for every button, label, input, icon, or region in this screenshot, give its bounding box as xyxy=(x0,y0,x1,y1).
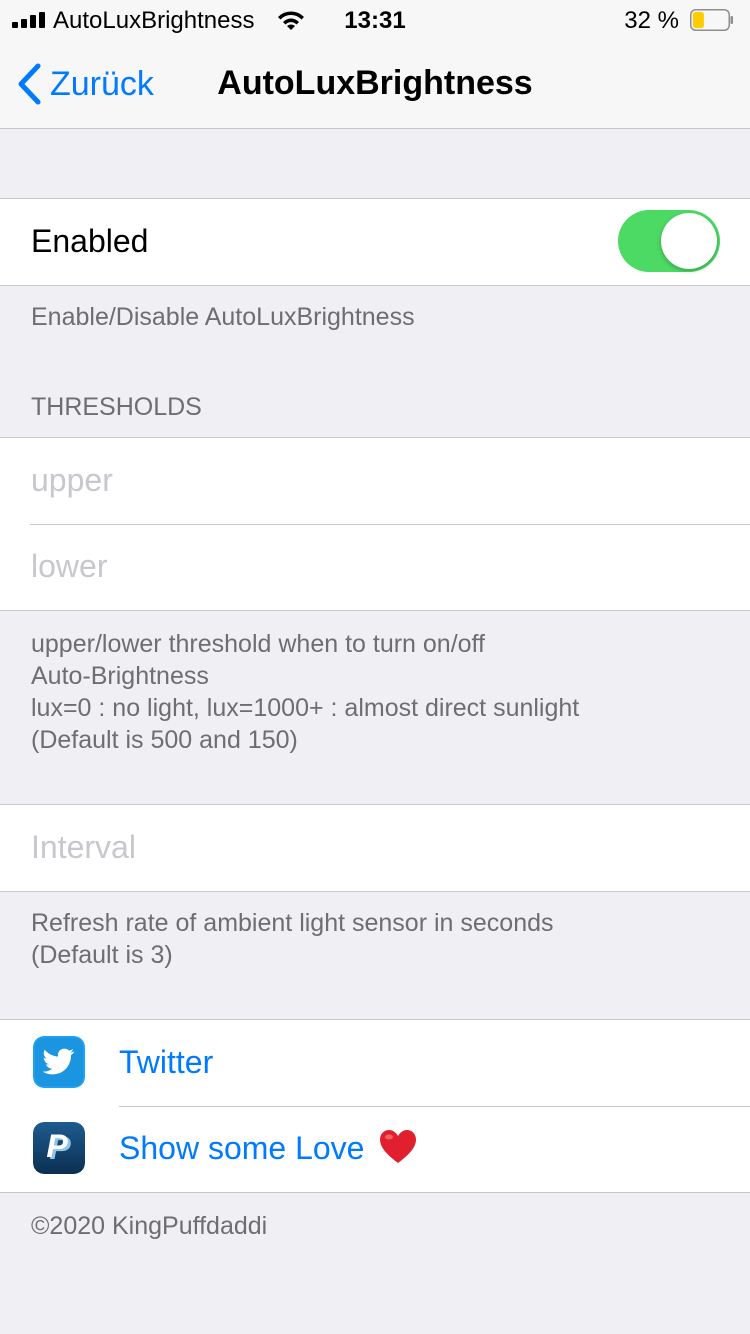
upper-field[interactable]: upper xyxy=(0,438,750,524)
interval-group: Interval xyxy=(0,804,750,892)
thresholds-footer-line: lux=0 : no light, lux=1000+ : almost dir… xyxy=(31,694,580,722)
interval-placeholder: Interval xyxy=(31,829,136,865)
svg-text:P: P xyxy=(46,1128,68,1164)
enabled-cell: Enabled xyxy=(0,199,750,285)
enabled-group: Enabled xyxy=(0,198,750,286)
status-bar: AutoLuxBrightness 13:31 32 % xyxy=(0,0,750,40)
toggle-knob xyxy=(661,213,717,269)
interval-footer-line: (Default is 3) xyxy=(31,941,173,969)
twitter-link[interactable]: Twitter xyxy=(0,1020,750,1106)
heart-icon xyxy=(380,1130,416,1163)
upper-placeholder: upper xyxy=(31,462,113,498)
enabled-toggle[interactable] xyxy=(618,210,720,272)
paypal-icon: P P xyxy=(33,1122,85,1174)
copyright-footer: ©2020 KingPuffdaddi xyxy=(31,1212,268,1240)
battery-percent: 32 % xyxy=(624,7,679,34)
thresholds-header: THRESHOLDS xyxy=(31,393,202,421)
twitter-label: Twitter xyxy=(119,1044,214,1080)
thresholds-group: upper lower xyxy=(0,437,750,611)
lower-field[interactable]: lower xyxy=(0,524,750,610)
enabled-footer: Enable/Disable AutoLuxBrightness xyxy=(31,303,415,331)
battery-icon xyxy=(690,9,733,31)
donate-label: Show some Love xyxy=(119,1130,365,1166)
enabled-label: Enabled xyxy=(31,223,149,259)
thresholds-footer-line: Auto-Brightness xyxy=(31,662,209,690)
twitter-icon xyxy=(33,1036,85,1088)
donate-link[interactable]: P P Show some Love xyxy=(0,1106,750,1192)
thresholds-footer-line: upper/lower threshold when to turn on/of… xyxy=(31,630,485,658)
interval-footer-line: Refresh rate of ambient light sensor in … xyxy=(31,909,554,937)
links-group: Twitter P P Show some Love xyxy=(0,1019,750,1193)
page-title: AutoLuxBrightness xyxy=(217,64,533,102)
thresholds-footer-line: (Default is 500 and 150) xyxy=(31,726,298,754)
lower-placeholder: lower xyxy=(31,548,108,584)
interval-footer: Refresh rate of ambient light sensor in … xyxy=(31,907,721,971)
thresholds-footer: upper/lower threshold when to turn on/of… xyxy=(31,628,721,756)
interval-field[interactable]: Interval xyxy=(0,805,750,891)
navigation-bar: Zurück AutoLuxBrightness xyxy=(0,40,750,129)
